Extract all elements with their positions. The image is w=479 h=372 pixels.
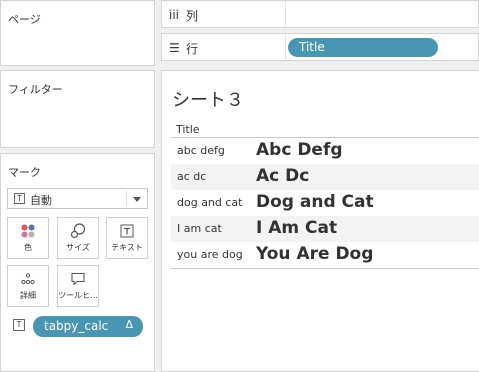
pages-card[interactable]: ページ [0,0,155,66]
columns-shelf[interactable]: iii 列 [161,0,479,28]
row-title-cell: ac dc [177,170,207,183]
table-bottom-border [171,268,479,269]
table-row[interactable]: you are dog You Are Dog [171,242,479,268]
filters-title: フィルター [8,83,63,96]
chevron-down-icon[interactable] [133,197,141,202]
row-title-cell: abc defg [177,144,225,157]
mark-type-dropdown[interactable]: T 自動 [7,188,148,209]
shelf-divider [285,34,286,60]
row-calc-cell: You Are Dog [256,244,374,264]
sheet-title[interactable]: シート３ [172,86,244,112]
row-title-cell: dog and cat [177,196,243,209]
rows-icon: ☰ [169,41,180,55]
detail-dots-icon [8,271,48,287]
left-panel: ページ フィルター マーク T 自動 色 サイズ テキスト 詳細 ツールヒ...… [0,0,155,372]
detail-button-label: 詳細 [20,291,36,300]
size-button[interactable]: サイズ [57,217,99,259]
rows-shelf-label: 行 [186,42,199,56]
size-button-label: サイズ [66,243,90,252]
row-title-cell: I am cat [177,222,222,235]
column-header-title[interactable]: Title [176,123,200,136]
color-button[interactable]: 色 [7,217,49,259]
row-calc-cell: Dog and Cat [256,192,374,212]
pages-title: ページ [8,13,41,26]
filters-card[interactable]: フィルター [0,70,155,148]
columns-icon: iii [169,8,180,22]
title-pill-label: Title [299,40,325,54]
table-row[interactable]: abc defg Abc Defg [171,138,479,164]
title-pill[interactable]: Title [288,38,438,57]
worksheet-view: シート３ Title abc defg Abc Defg ac dc Ac Dc… [161,70,479,372]
dropdown-divider [126,191,127,206]
text-encoding-icon: T [13,319,25,331]
row-title-cell: you are dog [177,248,243,261]
delta-icon: Δ [125,318,133,331]
rows-shelf[interactable]: ☰ 行 Title [161,33,479,61]
row-calc-cell: Ac Dc [256,166,310,186]
color-button-label: 色 [24,243,32,252]
table-row[interactable]: ac dc Ac Dc [171,164,479,190]
text-button-label: テキスト [111,243,143,252]
mark-type-label: 自動 [30,194,52,207]
text-t-icon [107,223,147,239]
detail-button[interactable]: 詳細 [7,265,49,307]
tooltip-button[interactable]: ツールヒ... [57,265,99,307]
tabpy-calc-pill-label: tabpy_calc [44,319,109,333]
tooltip-button-label: ツールヒ... [58,291,98,300]
table-row[interactable]: dog and cat Dog and Cat [171,190,479,216]
shelf-divider [285,1,286,27]
tabpy-calc-pill[interactable]: tabpy_calc Δ [33,316,143,337]
text-mark-icon: T [14,193,25,204]
marks-title: マーク [8,166,41,179]
row-calc-cell: Abc Defg [256,140,343,160]
row-calc-cell: I Am Cat [256,218,338,238]
marks-card: マーク T 自動 色 サイズ テキスト 詳細 ツールヒ... T tabpy_c… [0,153,155,372]
text-button[interactable]: テキスト [106,217,148,259]
columns-shelf-label: 列 [186,9,199,23]
tooltip-bubble-icon [58,271,98,287]
color-dots-icon [8,223,48,239]
size-shapes-icon [58,223,98,239]
table-row[interactable]: I am cat I Am Cat [171,216,479,242]
